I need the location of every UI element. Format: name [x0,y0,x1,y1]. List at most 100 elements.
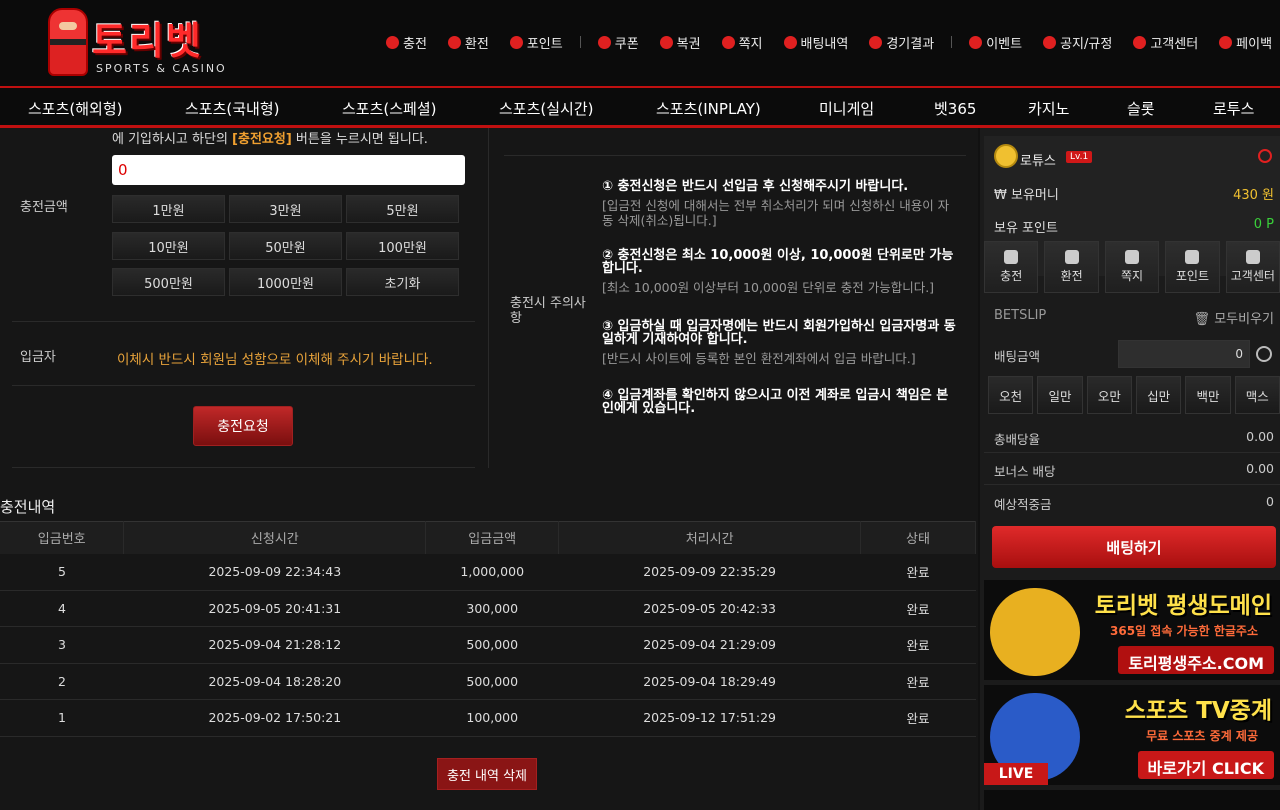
amount-input[interactable] [112,155,465,185]
mainnav-casino[interactable]: 카지노 [1028,98,1069,119]
betslip-title: BETSLIP [994,308,1047,323]
quick-50k-button[interactable]: 5만원 [346,195,459,223]
topnav-notice[interactable]: 공지/규정 [1043,33,1112,52]
expected-label: 예상적중금 [994,497,1052,512]
mainnav-lotus[interactable]: 로투스 [1213,98,1254,119]
mail-icon [1125,250,1140,264]
user-message-button[interactable]: 쪽지 [1104,241,1160,293]
username: 로튜스 [1020,154,1056,169]
cell: 2025-09-05 20:41:31 [123,590,426,627]
cell: 완료 [860,663,976,700]
table-row: 2 2025-09-04 18:28:20 500,000 2025-09-04 18… [0,663,976,700]
mainnav-bet365[interactable]: 벳365 [934,98,976,119]
divider [12,321,475,322]
caution-rule-3: ③ 입금하실 때 입금자명에는 반드시 회원가입하신 입금자명과 동일하게 기재… [602,320,957,366]
mainnav-minigame[interactable]: 미니게임 [819,98,874,119]
quick-5m-button[interactable]: 500만원 [112,268,225,296]
charge-request-button[interactable]: 충전요청 [193,406,293,446]
user-exchange-button[interactable]: 환전 [1044,241,1099,293]
quick-500k-button[interactable]: 50만원 [229,232,342,260]
notice-text: 버튼을 누르시면 됩니다. [291,132,428,147]
cell: 5 [0,553,124,591]
topnav-support[interactable]: 고객센터 [1133,33,1198,52]
topnav-point[interactable]: 포인트 [509,33,563,52]
money-bag-icon [447,35,461,49]
clear-all-button[interactable]: 🗑 모두비우기 [1194,308,1274,327]
cell: 2025-09-05 20:42:33 [558,590,861,627]
chip-50k[interactable]: 오만 [1086,376,1132,414]
table-header-row: 입금번호 신청시간 입금금액 처리시간 상태 [0,521,976,554]
refresh-icon[interactable] [1256,346,1272,362]
level-icon [994,144,1018,168]
payback-icon [1219,35,1233,49]
mainnav-slot[interactable]: 슬롯 [1127,98,1155,119]
quick-30k-button[interactable]: 3만원 [229,195,342,223]
topnav-charge[interactable]: 충전 [386,33,427,52]
caution-rule-1: ① 충전신청은 반드시 선입금 후 신청해주시기 바랍니다. [입금전 신청에 … [602,180,957,228]
topnav-exchange[interactable]: 환전 [447,33,489,52]
mainnav-sports-domestic[interactable]: 스포츠(국내형) [185,98,280,119]
chip-5k[interactable]: 오천 [988,376,1034,414]
topnav-label: 환전 [464,36,489,52]
topnav-label: 이벤트 [986,36,1023,52]
total-odds-value: 0.00 [1246,429,1274,444]
total-odds-row: 총배당율 0.00 [994,429,1274,448]
mainnav-sports-live[interactable]: 스포츠(실시간) [499,98,594,119]
col-header: 상태 [860,521,976,554]
cell: 완료 [860,590,976,627]
partial-banner[interactable] [984,790,1280,810]
mainnav-sports-special[interactable]: 스포츠(스페셜) [342,98,437,119]
table-row: 3 2025-09-04 21:28:12 500,000 2025-09-04 21… [0,626,976,664]
bet-amount-input[interactable]: 0 [1118,340,1250,368]
tv-banner[interactable]: LIVE 스포츠 TV중계 무료 스포츠 중계 제공 바로가기 CLICK [984,685,1280,785]
cell: 2025-09-02 17:50:21 [123,699,426,737]
topnav-results[interactable]: 경기결과 [869,33,934,52]
megaphone-icon [1043,35,1057,49]
right-sidebar: 로튜스 Lv.1 ₩ 보유머니 430 원 보유 포인트 0 P 충전 환전 쪽… [980,128,1280,810]
mainnav-sports-inplay[interactable]: 스포츠(INPLAY) [656,98,761,119]
top-nav: 충전 환전 포인트 쿠폰 복권 쪽지 배팅내역 경기결과 이벤트 공지/규정 고… [386,30,1280,54]
topnav-payback[interactable]: 페이백 [1219,33,1272,52]
banner-cta: 토리평생주소.COM [1118,646,1274,674]
money-label: ₩ 보유머니 [994,188,1059,203]
place-bet-button[interactable]: 배팅하기 [992,526,1276,568]
quick-1m-button[interactable]: 100만원 [346,232,459,260]
domain-banner[interactable]: 토리벳 평생도메인 365일 접속 가능한 한글주소 토리평생주소.COM [984,580,1280,680]
logo-sub: SPORTS & CASINO [96,62,227,75]
quick-10k-button[interactable]: 1만원 [112,195,225,223]
logout-power-icon[interactable] [1258,149,1272,163]
total-odds-label: 총배당율 [994,432,1041,447]
history-title: 충전내역 [0,498,56,516]
quick-10m-button[interactable]: 1000만원 [229,268,342,296]
topnav-lottery[interactable]: 복권 [659,33,701,52]
topnav-event[interactable]: 이벤트 [969,33,1022,52]
rule-desc: [반드시 사이트에 등록한 본인 환전계좌에서 입금 바랍니다.] [602,351,916,366]
main-nav: 스포츠(해외형) 스포츠(국내형) 스포츠(스페셜) 스포츠(실시간) 스포츠(… [0,86,1280,128]
cell: 100,000 [425,699,559,737]
charge-icon [1004,250,1019,264]
money-row: ₩ 보유머니 430 원 [994,184,1274,203]
site-logo[interactable]: 토리벳 SPORTS & CASINO [48,8,228,80]
topnav-label: 경기결과 [886,36,935,52]
chip-100k[interactable]: 십만 [1135,376,1182,414]
gift-icon [969,35,983,49]
cell: 2025-09-12 17:51:29 [558,699,861,737]
delete-history-button[interactable]: 충전 내역 삭제 [437,758,537,790]
chip-10k[interactable]: 일만 [1037,376,1083,414]
user-support-button[interactable]: 고객센터 [1225,241,1280,293]
topnav-message[interactable]: 쪽지 [721,33,763,52]
quick-100k-button[interactable]: 10만원 [112,232,225,260]
user-point-button[interactable]: 포인트 [1165,241,1220,293]
topnav-bet-history[interactable]: 배팅내역 [783,33,849,52]
mainnav-sports-overseas[interactable]: 스포츠(해외형) [28,98,123,119]
topnav-coupon[interactable]: 쿠폰 [597,33,639,52]
button-label: 충전 [1000,269,1023,283]
rule-desc: [입금전 신청에 대해서는 전부 취소처리가 되며 신청하신 내용이 자동 삭제… [602,198,950,228]
chip-1m[interactable]: 백만 [1185,376,1231,414]
point-label: 보유 포인트 [994,221,1058,236]
table-row: 4 2025-09-05 20:41:31 300,000 2025-09-05 20… [0,590,976,627]
user-charge-button[interactable]: 충전 [984,241,1039,293]
reset-button[interactable]: 초기화 [346,268,459,296]
topnav-label: 배팅내역 [800,36,849,52]
chip-max[interactable]: 맥스 [1234,376,1280,414]
